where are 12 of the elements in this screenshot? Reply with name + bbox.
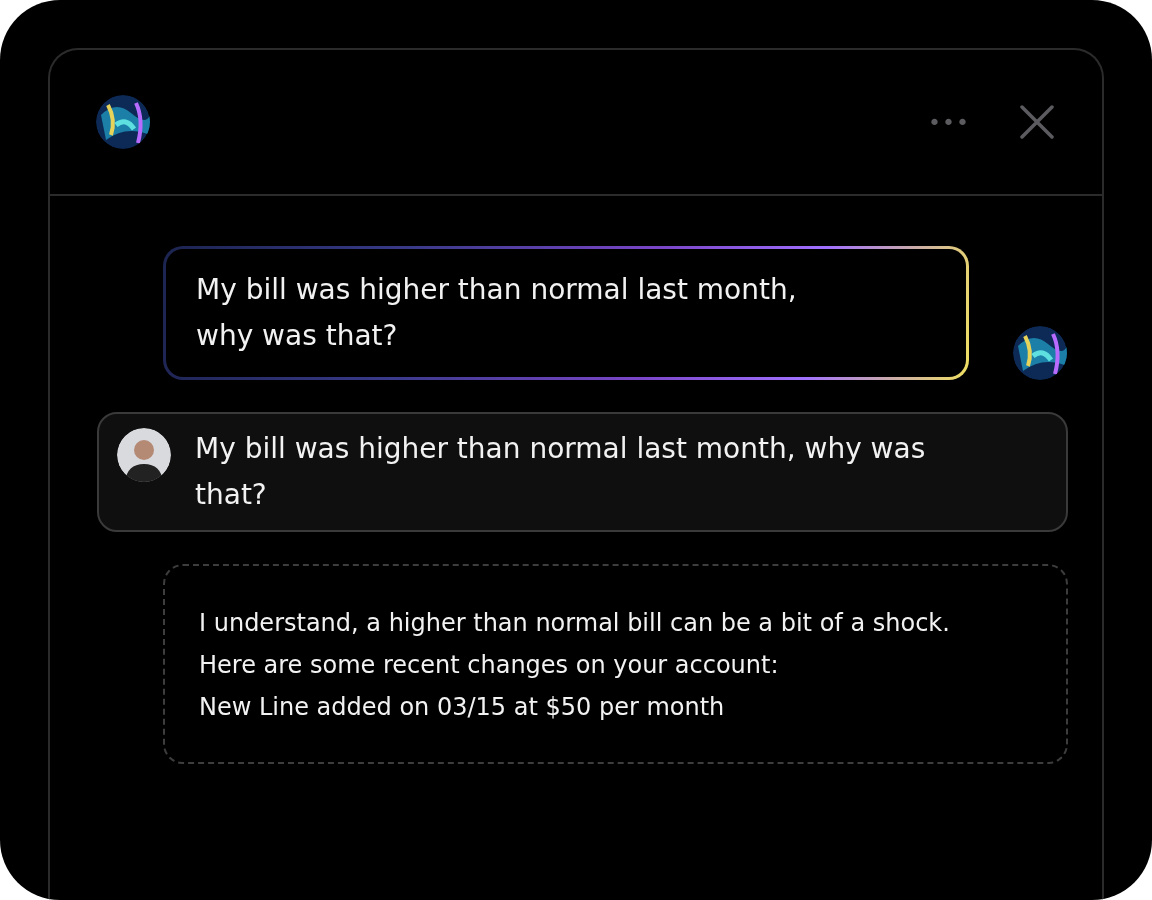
orb-icon — [96, 95, 150, 149]
orb-icon — [1013, 326, 1067, 380]
message-text: that? — [195, 477, 268, 513]
more-button[interactable]: ••• — [928, 109, 970, 135]
close-icon[interactable] — [1020, 105, 1054, 139]
message-text: My bill was higher than normal last month, — [196, 272, 798, 308]
message-text: My bill was higher than normal last month, why was — [195, 431, 926, 467]
message-text: why was that? — [196, 318, 399, 354]
reply-text: New Line added on 03/15 at $50 per month — [199, 692, 726, 723]
avatar-icon — [117, 428, 171, 482]
reply-text: Here are some recent changes on your account: — [199, 650, 780, 681]
reply-text: I understand, a higher than normal bill can be a bit of a shock. — [199, 608, 951, 639]
